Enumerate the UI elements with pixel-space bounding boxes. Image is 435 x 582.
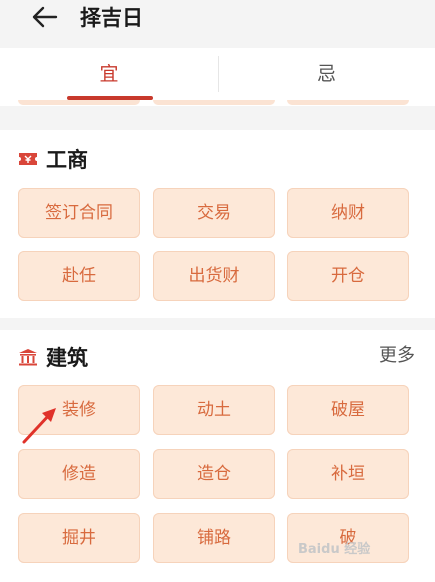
section-title: 建筑 xyxy=(46,346,88,370)
chip-powu[interactable]: 破屋 xyxy=(287,385,409,435)
chip-buyuan[interactable]: 补垣 xyxy=(287,449,409,499)
tab-ji[interactable]: 忌 xyxy=(218,48,435,100)
chip-zaocang[interactable]: 造仓 xyxy=(153,449,275,499)
ticket-icon xyxy=(19,153,37,165)
watermark: Baidu 经验 xyxy=(298,542,371,557)
section-title: 工商 xyxy=(46,148,88,172)
chip-nacai[interactable]: 纳财 xyxy=(287,188,409,238)
chip-dongtu[interactable]: 动土 xyxy=(153,385,275,435)
chip-xiuzao[interactable]: 修造 xyxy=(18,449,140,499)
building-icon xyxy=(19,349,37,366)
chip-qianding-hetong[interactable]: 签订合同 xyxy=(18,188,140,238)
scrolled-chip-edge xyxy=(287,100,409,105)
chip-chuhuocai[interactable]: 出货财 xyxy=(153,251,275,301)
tab-yi[interactable]: 宜 xyxy=(0,48,218,100)
tab-bar: 宜 忌 xyxy=(0,48,435,106)
chip-pulu[interactable]: 铺路 xyxy=(153,513,275,563)
annotation-arrow-icon xyxy=(22,408,56,444)
more-link[interactable]: 更多 xyxy=(379,344,415,368)
chip-juejing[interactable]: 掘井 xyxy=(18,513,140,563)
page-title: 择吉日 xyxy=(80,6,143,30)
scrolled-chip-edge xyxy=(153,100,275,105)
chip-kaicang[interactable]: 开仓 xyxy=(287,251,409,301)
chip-furen[interactable]: 赴任 xyxy=(18,251,140,301)
chip-jiaoyi[interactable]: 交易 xyxy=(153,188,275,238)
back-arrow-icon[interactable] xyxy=(30,4,60,30)
section-gongshang: 工商 签订合同 交易 纳财 赴任 出货财 开仓 xyxy=(0,130,435,318)
top-bar: 择吉日 xyxy=(0,0,435,46)
scrolled-chip-edge xyxy=(18,100,140,105)
